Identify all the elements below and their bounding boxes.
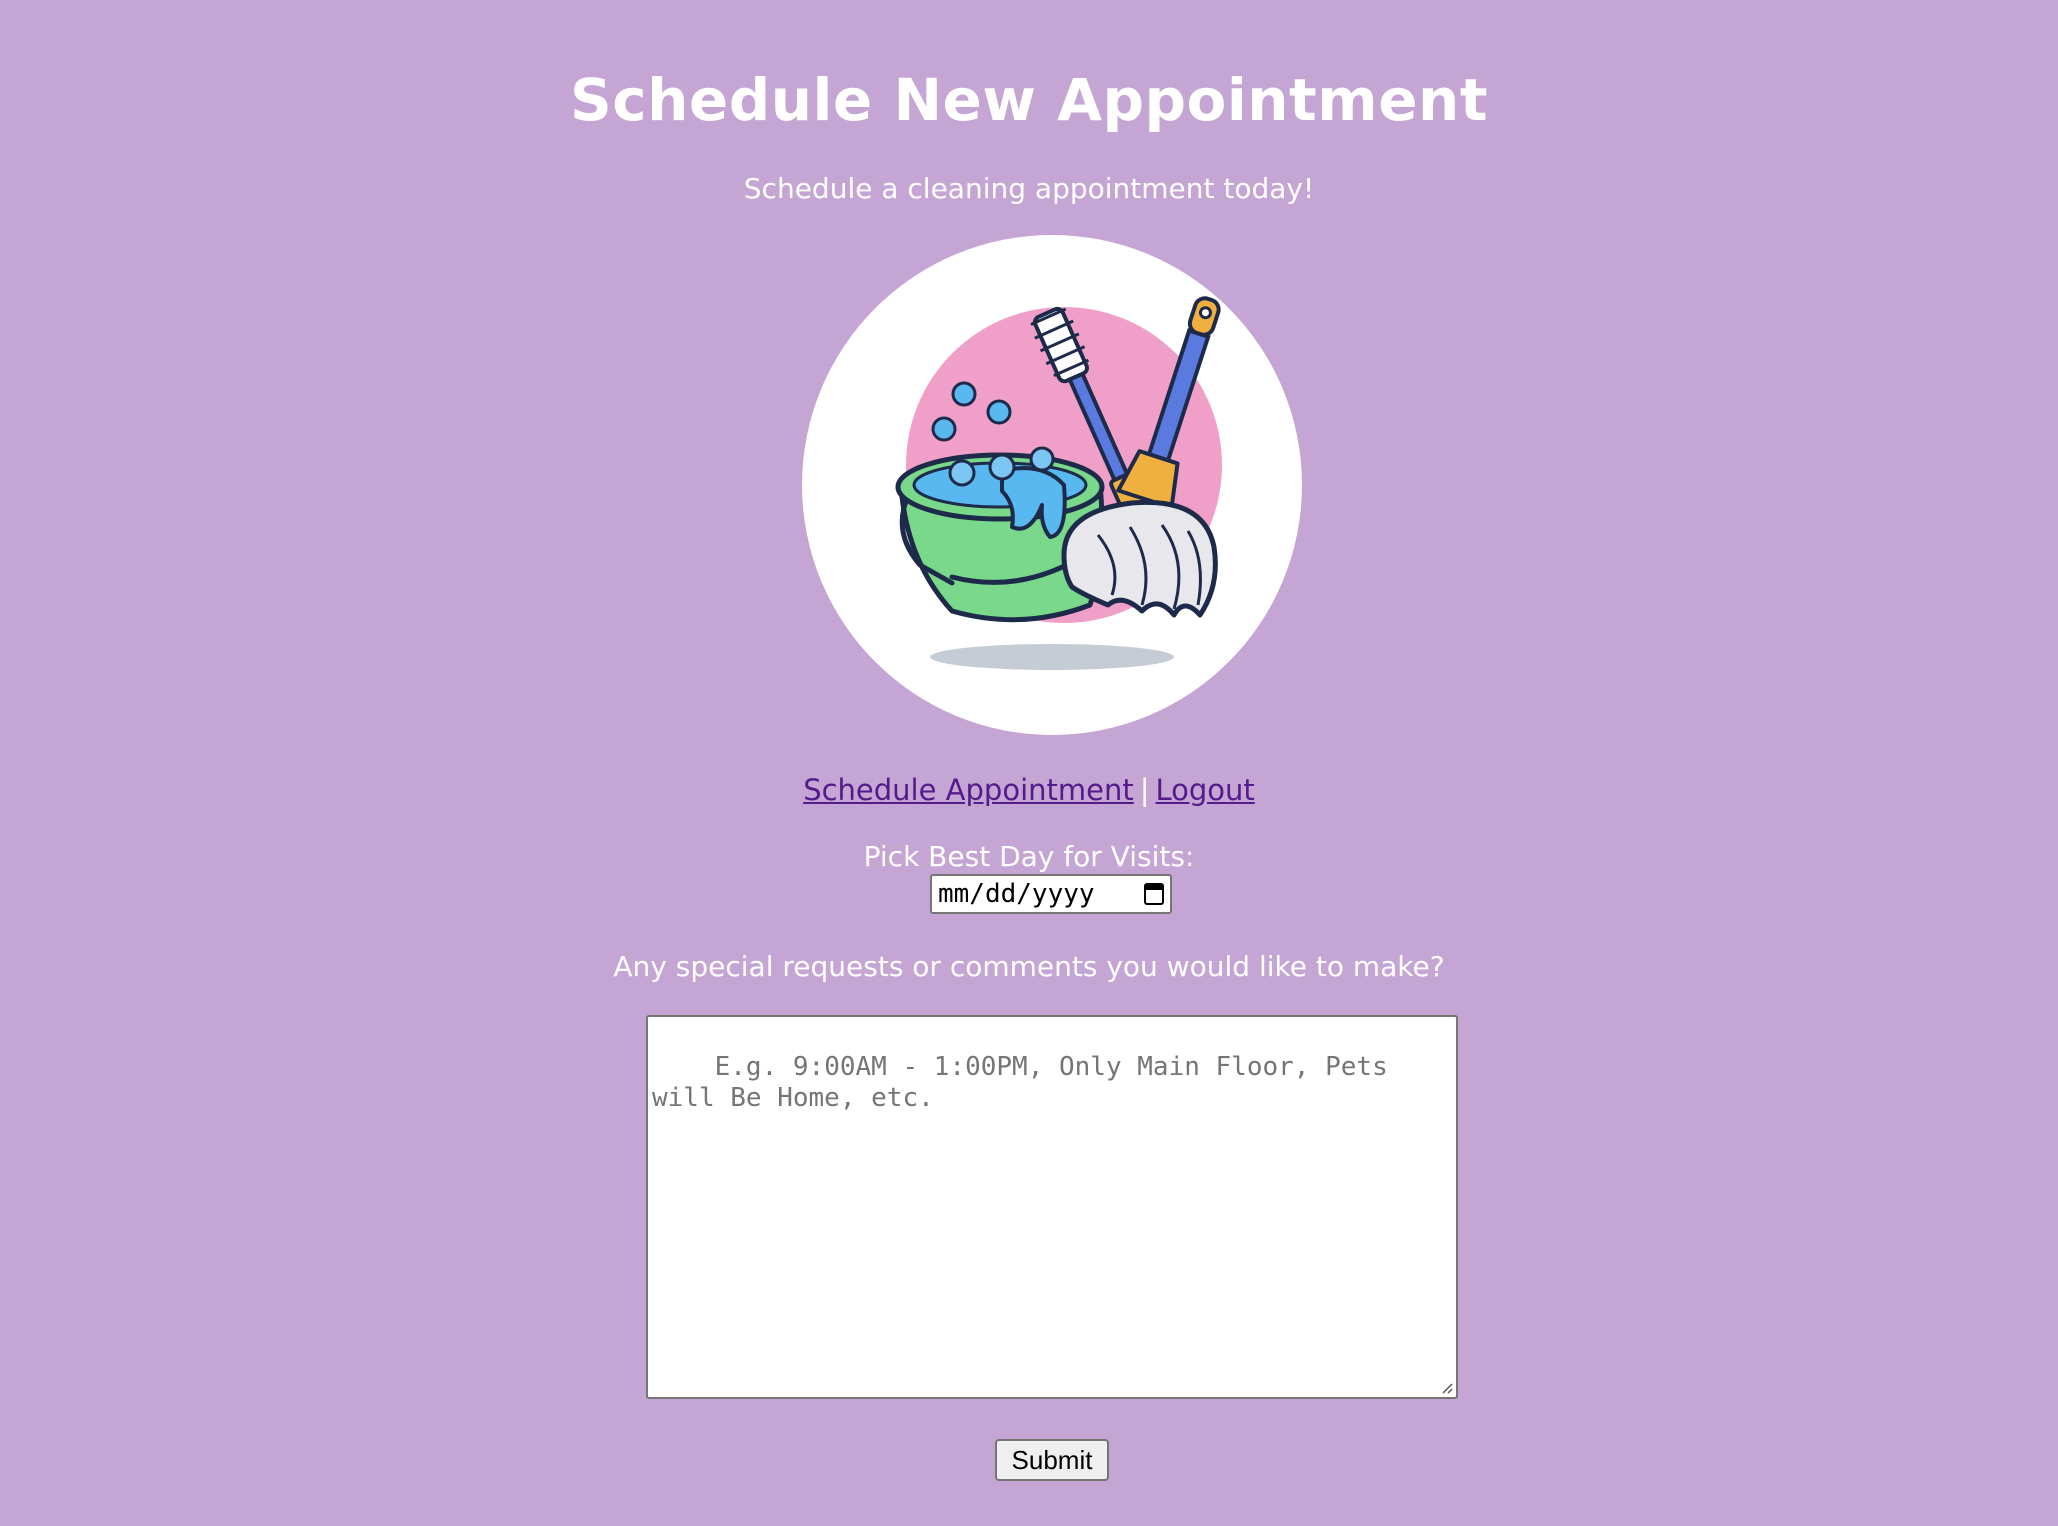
logo-shadow bbox=[930, 644, 1174, 670]
calendar-icon[interactable] bbox=[1144, 883, 1164, 905]
schedule-appointment-link[interactable]: Schedule Appointment bbox=[803, 773, 1134, 807]
date-input-placeholder: mm/dd/yyyy bbox=[938, 879, 1095, 909]
cleaning-supplies-icon bbox=[802, 235, 1302, 735]
page-subtitle: Schedule a cleaning appointment today! bbox=[743, 172, 1315, 205]
comments-label: Any special requests or comments you wou… bbox=[613, 950, 1445, 983]
comments-placeholder: E.g. 9:00AM - 1:00PM, Only Main Floor, P… bbox=[652, 1052, 1404, 1113]
nav-links: Schedule Appointment | Logout bbox=[0, 773, 2058, 807]
submit-button[interactable]: Submit bbox=[995, 1439, 1109, 1481]
nav-separator: | bbox=[1139, 773, 1150, 807]
resize-grip-icon[interactable] bbox=[1439, 1380, 1453, 1394]
comments-textarea[interactable]: E.g. 9:00AM - 1:00PM, Only Main Floor, P… bbox=[646, 1015, 1458, 1399]
date-label: Pick Best Day for Visits: bbox=[863, 840, 1195, 873]
page-title: Schedule New Appointment bbox=[569, 66, 1489, 134]
logout-link[interactable]: Logout bbox=[1156, 773, 1255, 807]
date-input[interactable]: mm/dd/yyyy bbox=[930, 874, 1172, 914]
logo-illustration bbox=[802, 235, 1302, 735]
